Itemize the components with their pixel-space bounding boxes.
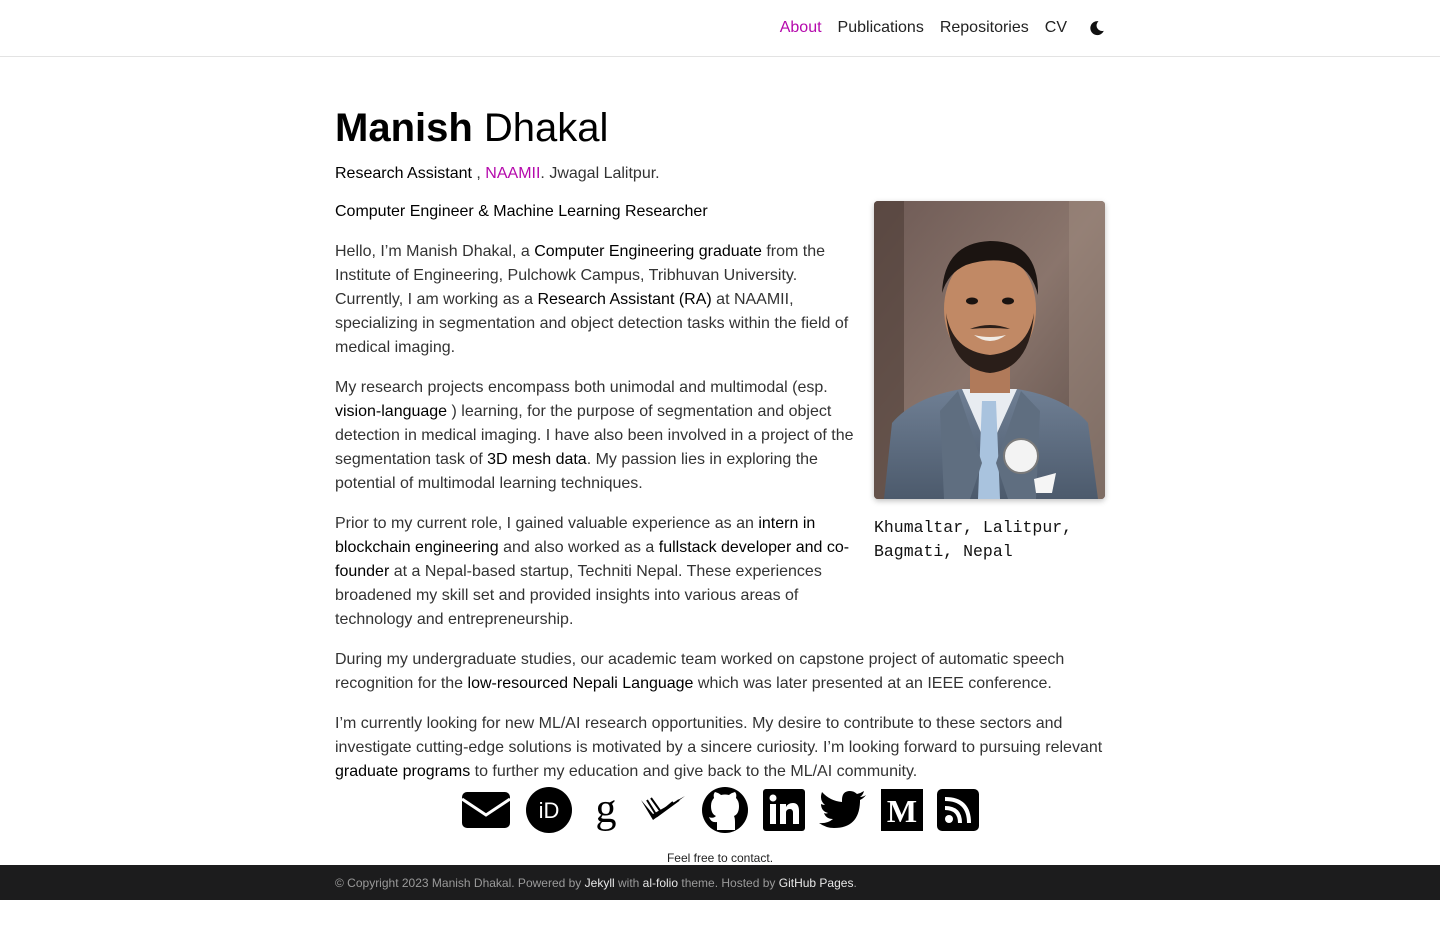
semantic-scholar-icon[interactable] <box>639 790 687 835</box>
first-name: Manish <box>335 106 473 150</box>
bio-paragraph-3: Prior to my current role, I gained valua… <box>335 512 1105 632</box>
social-links: iD g M <box>0 786 1440 839</box>
text: with <box>614 876 643 890</box>
moon-icon[interactable] <box>1089 20 1105 36</box>
role-text: Research Assistant <box>335 165 472 182</box>
svg-text:g: g <box>596 788 617 832</box>
github-icon[interactable] <box>701 786 749 839</box>
navbar: About Publications Repositories CV <box>0 0 1440 57</box>
separator: , <box>471 165 486 182</box>
text: I’m currently looking for new ML/AI rese… <box>335 715 1103 756</box>
medium-icon[interactable]: M <box>881 789 923 836</box>
text: . <box>853 876 857 890</box>
nav-item-cv[interactable]: CV <box>1045 19 1067 37</box>
bold-text: graduate programs <box>335 763 471 780</box>
location-text: . Jwagal Lalitpur. <box>540 165 660 182</box>
bold-text: 3D mesh data <box>487 451 587 468</box>
bio-paragraph-2: My research projects encompass both unim… <box>335 376 855 496</box>
jekyll-link[interactable]: Jekyll <box>585 876 615 890</box>
nav-item-repositories[interactable]: Repositories <box>940 19 1029 37</box>
bold-text: Research Assistant (RA) <box>537 291 712 308</box>
page-title: Manish Dhakal <box>335 100 1105 156</box>
google-scholar-icon[interactable]: g <box>587 786 625 837</box>
bold-text: Computer Engineering graduate <box>534 243 762 260</box>
text: © Copyright 2023 Manish Dhakal. Powered … <box>335 876 585 890</box>
rss-icon[interactable] <box>937 789 979 836</box>
svg-text:M: M <box>887 793 917 829</box>
bio-paragraph-4: During my undergraduate studies, our aca… <box>335 648 1105 696</box>
linkedin-icon[interactable] <box>763 789 805 836</box>
nav-item-about[interactable]: About <box>780 19 822 37</box>
orcid-icon[interactable]: iD <box>525 786 573 839</box>
bio-paragraph-5: I’m currently looking for new ML/AI rese… <box>335 712 1105 784</box>
last-name: Dhakal <box>483 106 609 150</box>
text: which was later presented at an IEEE con… <box>693 675 1052 692</box>
bio-section: Computer Engineer & Machine Learning Res… <box>335 200 1105 800</box>
svg-text:iD: iD <box>539 798 560 823</box>
github-pages-link[interactable]: GitHub Pages <box>779 876 854 890</box>
nav-menu: About Publications Repositories CV <box>764 0 1105 56</box>
footer-text: © Copyright 2023 Manish Dhakal. Powered … <box>335 876 857 890</box>
al-folio-link[interactable]: al-folio <box>643 876 678 890</box>
bio-heading-text: Computer Engineer & Machine Learning Res… <box>335 203 708 220</box>
text: Hello, I’m Manish Dhakal, a <box>335 243 535 260</box>
contact-note: Feel free to contact. <box>666 851 774 865</box>
bold-text: vision-language <box>335 403 448 420</box>
twitter-icon[interactable] <box>819 790 867 835</box>
text: at a Nepal-based startup, Techniti Nepal… <box>335 563 822 628</box>
text: My research projects encompass both unim… <box>335 379 828 396</box>
bio-heading: Computer Engineer & Machine Learning Res… <box>335 200 855 224</box>
header-description: Research Assistant , NAAMII. Jwagal Lali… <box>335 162 1105 186</box>
main-content: Manish Dhakal Research Assistant , NAAMI… <box>335 100 1105 780</box>
envelope-icon[interactable] <box>461 791 511 834</box>
text: Prior to my current role, I gained valua… <box>335 515 759 532</box>
bio-paragraph-1: Hello, I’m Manish Dhakal, a Computer Eng… <box>335 240 855 360</box>
bold-text: low-resourced Nepali Language <box>467 675 694 692</box>
text: theme. Hosted by <box>678 876 779 890</box>
text: to further my education and give back to… <box>470 763 918 780</box>
text: and also worked as a <box>498 539 659 556</box>
nav-item-publications[interactable]: Publications <box>838 19 924 37</box>
org-link[interactable]: NAAMII <box>485 165 540 182</box>
footer: © Copyright 2023 Manish Dhakal. Powered … <box>0 865 1440 900</box>
